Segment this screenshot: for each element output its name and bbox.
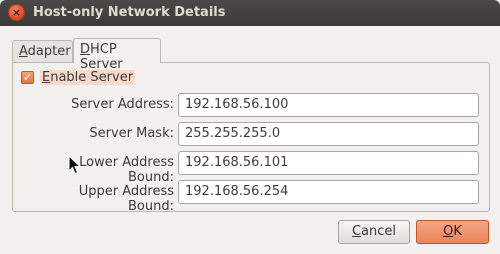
enable-server-mnemonic: E bbox=[42, 70, 51, 85]
server-mask-label: Server Mask: bbox=[89, 126, 174, 141]
tab-dhcp-mnemonic: D bbox=[80, 42, 91, 57]
enable-server-checkbox[interactable]: ✓ bbox=[21, 71, 34, 84]
tab-adapter-mnemonic: A bbox=[19, 44, 28, 59]
ok-label-rest: K bbox=[453, 224, 462, 239]
window-title: Host-only Network Details bbox=[33, 5, 226, 20]
cancel-button[interactable]: Cancel bbox=[338, 220, 410, 244]
server-address-label: Server Address: bbox=[71, 97, 174, 112]
close-icon[interactable]: × bbox=[8, 4, 25, 21]
ok-button[interactable]: OK bbox=[416, 220, 489, 244]
server-address-input[interactable]: 192.168.56.100 bbox=[178, 93, 479, 117]
cancel-label-rest: ancel bbox=[361, 224, 397, 239]
tab-dhcp-server[interactable]: DHCP Server bbox=[73, 38, 161, 72]
ok-mnemonic: O bbox=[443, 224, 454, 239]
title-bar: × Host-only Network Details bbox=[0, 0, 500, 26]
tab-adapter[interactable]: Adapter bbox=[12, 40, 73, 62]
enable-server-label[interactable]: Enable Server bbox=[40, 70, 136, 85]
enable-server-label-rest: nable Server bbox=[50, 70, 134, 85]
enable-server-checkbox-row[interactable]: ✓ Enable Server bbox=[21, 70, 136, 85]
upper-address-bound-input[interactable]: 192.168.56.254 bbox=[178, 180, 479, 204]
upper-address-bound-label: Upper Address Bound: bbox=[78, 184, 174, 214]
lower-address-bound-label: Lower Address Bound: bbox=[79, 155, 174, 185]
lower-address-bound-input[interactable]: 192.168.56.101 bbox=[178, 151, 479, 175]
tab-adapter-label: dapter bbox=[27, 44, 71, 59]
mouse-pointer-icon bbox=[68, 155, 82, 175]
cancel-mnemonic: C bbox=[351, 224, 362, 239]
server-mask-input[interactable]: 255.255.255.0 bbox=[178, 122, 479, 146]
